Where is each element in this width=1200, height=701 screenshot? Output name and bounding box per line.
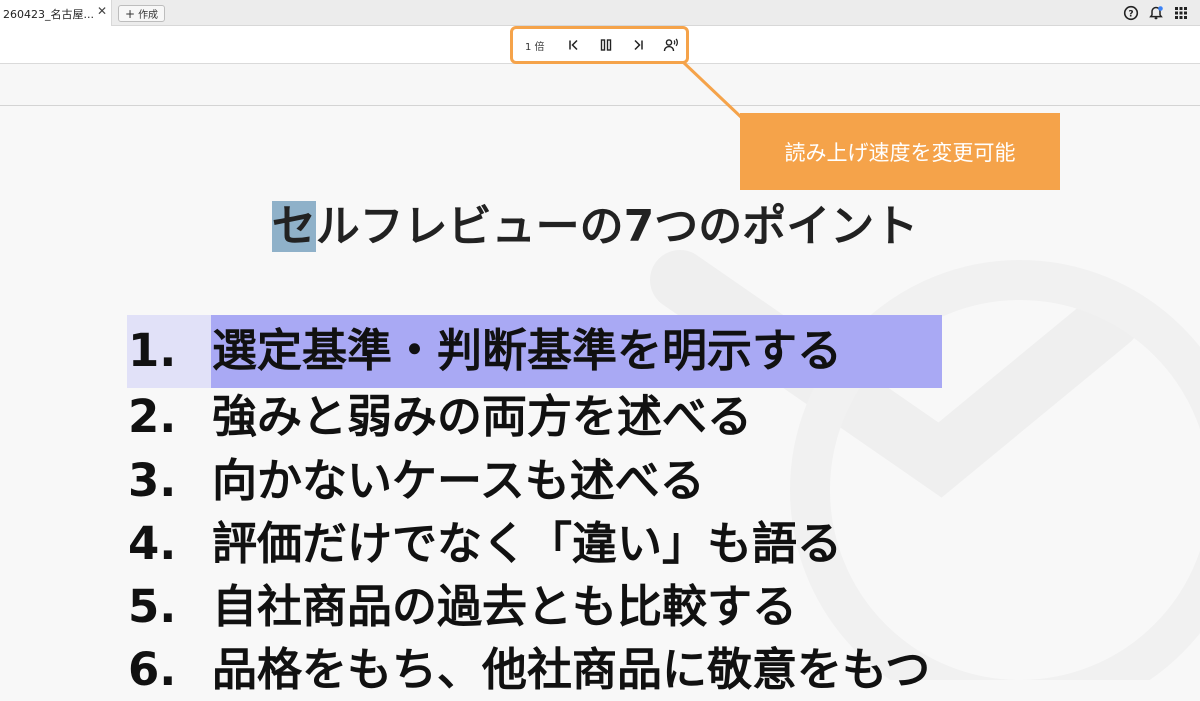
- list-item-number: 1.: [128, 324, 177, 377]
- list-item-number: 2.: [128, 390, 177, 443]
- help-icon[interactable]: ?: [1123, 5, 1139, 21]
- list-item: 6. 品格をもち、他社商品に敬意をもつ: [128, 639, 930, 701]
- playback-controls: 1 倍: [510, 26, 689, 64]
- slide-title-text: ルフレビューの7つのポイント: [315, 201, 919, 252]
- list-item: 5. 自社商品の過去とも比較する: [128, 576, 797, 638]
- list-item-number: 3.: [128, 454, 177, 507]
- tab-title: 260423_名古屋...: [3, 8, 94, 21]
- current-char-highlight: セ: [271, 201, 316, 252]
- pause-icon[interactable]: [598, 37, 614, 53]
- list-item-number: 6.: [128, 643, 177, 696]
- skip-forward-icon[interactable]: [630, 37, 646, 53]
- speed-selector[interactable]: 1 倍: [525, 38, 545, 53]
- list-item: 4. 評価だけでなく「違い」も語る: [128, 513, 842, 575]
- list-item-text: 選定基準・判断基準を明示する: [212, 324, 843, 377]
- create-button[interactable]: + 作成: [118, 5, 166, 22]
- list-item-text: 向かないケースも述べる: [212, 454, 705, 507]
- secondary-toolbar: [0, 64, 1200, 106]
- svg-text:?: ?: [1128, 10, 1133, 20]
- close-icon[interactable]: ✕: [97, 4, 107, 18]
- list-item-number: 5.: [128, 580, 177, 633]
- list-item-number: 4.: [128, 517, 177, 570]
- list-item: 1. 選定基準・判断基準を明示する: [128, 320, 842, 382]
- callout-text: 読み上げ速度を変更可能: [784, 140, 1016, 165]
- document-tab[interactable]: 260423_名古屋... ✕: [0, 0, 112, 26]
- slide-title: セルフレビューの7つのポイント: [0, 190, 1190, 254]
- tab-strip: 260423_名古屋... ✕ + 作成 ?: [0, 0, 1200, 26]
- bell-icon[interactable]: [1148, 5, 1164, 21]
- speed-callout: 読み上げ速度を変更可能: [740, 113, 1060, 190]
- list-item-text: 強みと弱みの両方を述べる: [212, 390, 753, 443]
- create-button-label: 作成: [138, 10, 159, 21]
- list-item-text: 品格をもち、他社商品に敬意をもつ: [212, 643, 931, 696]
- voice-settings-icon[interactable]: [663, 37, 679, 53]
- reader-toolbar: 1 倍: [0, 26, 1200, 64]
- apps-grid-icon[interactable]: [1173, 5, 1189, 21]
- list-item: 3. 向かないケースも述べる: [128, 450, 705, 512]
- skip-back-icon[interactable]: [566, 37, 582, 53]
- plus-icon: +: [125, 7, 136, 21]
- list-item-text: 評価だけでなく「違い」も語る: [212, 517, 843, 570]
- list-item-text: 自社商品の過去とも比較する: [212, 580, 798, 633]
- list-item: 2. 強みと弱みの両方を述べる: [128, 386, 752, 448]
